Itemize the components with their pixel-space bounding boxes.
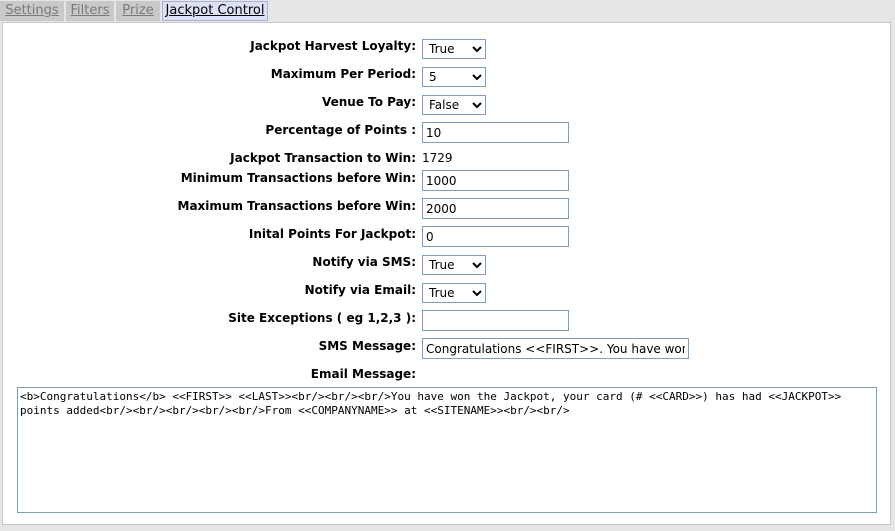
email-message-label: Email Message: — [310, 367, 416, 381]
harvest-loyalty-label: Jackpot Harvest Loyalty: — [250, 39, 416, 53]
notify-sms-label: Notify via SMS: — [312, 255, 416, 269]
max-transactions-label: Maximum Transactions before Win: — [177, 199, 416, 213]
max-per-period-select[interactable]: 5 — [422, 67, 486, 87]
venue-to-pay-label: Venue To Pay: — [321, 95, 416, 109]
sms-message-label: SMS Message: — [318, 339, 416, 353]
min-transactions-label: Minimum Transactions before Win: — [180, 171, 416, 185]
min-transactions-input[interactable] — [422, 170, 569, 191]
email-message-textarea[interactable]: <b>Congratulations</b> <<FIRST>> <<LAST>… — [17, 387, 877, 513]
tab-prize[interactable]: Prize — [116, 1, 160, 21]
tab-filters[interactable]: Filters — [66, 1, 114, 21]
tab-jackpot-control[interactable]: Jackpot Control — [162, 1, 268, 21]
max-per-period-label: Maximum Per Period: — [270, 67, 416, 81]
initial-points-input[interactable] — [422, 226, 569, 247]
transaction-to-win-label: Jackpot Transaction to Win: — [230, 151, 416, 165]
notify-email-label: Notify via Email: — [304, 283, 416, 297]
site-exceptions-label: Site Exceptions ( eg 1,2,3 ): — [228, 311, 416, 325]
notify-sms-select[interactable]: True — [422, 255, 486, 275]
tab-bar: Settings Filters Prize Jackpot Control — [0, 0, 895, 22]
percentage-points-label: Percentage of Points : — [265, 123, 416, 137]
sms-message-input[interactable] — [422, 338, 689, 359]
harvest-loyalty-select[interactable]: True — [422, 39, 486, 59]
site-exceptions-input[interactable] — [422, 310, 569, 331]
transaction-to-win-value: 1729 — [422, 151, 453, 165]
notify-email-select[interactable]: True — [422, 283, 486, 303]
tab-settings[interactable]: Settings — [0, 1, 64, 21]
max-transactions-input[interactable] — [422, 198, 569, 219]
percentage-points-input[interactable] — [422, 122, 569, 143]
venue-to-pay-select[interactable]: False — [422, 95, 486, 115]
initial-points-label: Inital Points For Jackpot: — [248, 227, 416, 241]
